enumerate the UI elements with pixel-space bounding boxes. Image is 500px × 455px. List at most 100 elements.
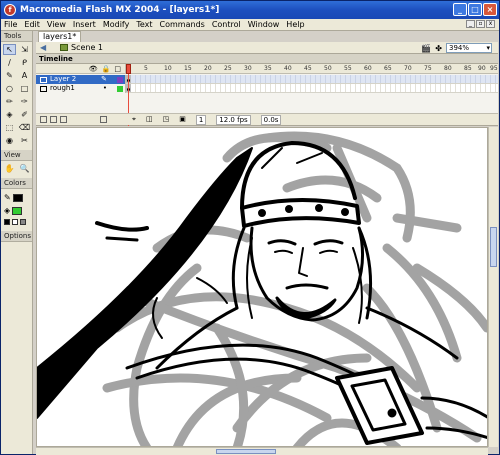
- menu-modify[interactable]: Modify: [103, 20, 130, 29]
- ruler-tick: 15: [184, 65, 192, 72]
- view-tools-grid: ✋ 🔍: [1, 163, 32, 174]
- options-title: Options: [1, 231, 32, 242]
- colors-title: Colors: [1, 178, 32, 189]
- menu-help[interactable]: Help: [286, 20, 304, 29]
- free-transform-tool-icon[interactable]: ◈: [3, 109, 16, 120]
- add-guide-layer-icon[interactable]: [50, 116, 57, 123]
- ruler-tick: 65: [384, 65, 392, 72]
- ruler-tick: 90: [478, 65, 486, 72]
- edit-bar-right: 🎬 ✤ 394%: [421, 43, 492, 53]
- doc-close-button[interactable]: x: [486, 20, 495, 28]
- eyedropper-tool-icon[interactable]: ◉: [3, 135, 16, 146]
- frame-ruler[interactable]: 5 10 15 20 25 30 35 40 45 50 55 60 65 70…: [126, 64, 498, 74]
- layer-column-headers: 👁 🔒 □: [36, 64, 126, 74]
- frames-row-rough1[interactable]: [126, 84, 498, 93]
- line-tool-icon[interactable]: ∕: [3, 57, 16, 68]
- delete-layer-icon[interactable]: [100, 116, 107, 123]
- ruler-tick: 75: [424, 65, 432, 72]
- flash-app-icon[interactable]: f: [4, 4, 16, 16]
- timeline-info: ⌖ ◫ ◳ ▣ 1 12.0 fps 0.0s: [126, 114, 282, 125]
- menu-control[interactable]: Control: [212, 20, 241, 29]
- rectangle-tool-icon[interactable]: □: [18, 83, 31, 94]
- close-button[interactable]: ×: [483, 3, 497, 16]
- rough-layer-strokes: [102, 131, 487, 446]
- text-tool-icon[interactable]: A: [18, 70, 31, 81]
- pencil-tool-icon[interactable]: ✏: [3, 96, 16, 107]
- default-colors-button[interactable]: [4, 219, 10, 225]
- maximize-button[interactable]: □: [468, 3, 482, 16]
- edit-bar: ◀ Scene 1 🎬 ✤ 394%: [36, 42, 498, 54]
- ruler-tick: 70: [404, 65, 412, 72]
- onion-skin-icon[interactable]: ◫: [146, 115, 153, 125]
- playhead-handle[interactable]: [126, 64, 131, 74]
- center-frame-icon[interactable]: ⌖: [132, 115, 136, 125]
- hand-tool-icon[interactable]: ✋: [3, 163, 16, 174]
- dot-icon[interactable]: •: [103, 84, 107, 93]
- ruler-tick: 40: [284, 65, 292, 72]
- layer-icon: [40, 76, 47, 83]
- flash-window: f Macromedia Flash MX 2004 - [layers1*] …: [0, 0, 500, 455]
- scene-name[interactable]: Scene 1: [71, 43, 103, 52]
- subselect-tool-icon[interactable]: ⇲: [18, 44, 31, 55]
- layer-row-rough1[interactable]: rough1 •: [36, 84, 126, 93]
- fill-color-swatch[interactable]: [12, 206, 23, 215]
- vertical-scrollbar[interactable]: [488, 127, 498, 447]
- stage[interactable]: [36, 127, 488, 447]
- layer-outline-color[interactable]: [117, 85, 123, 92]
- menu-view[interactable]: View: [47, 20, 66, 29]
- menu-file[interactable]: File: [4, 20, 17, 29]
- oval-tool-icon[interactable]: ○: [3, 83, 16, 94]
- edit-symbols-icon[interactable]: ✤: [435, 44, 442, 53]
- menu-commands[interactable]: Commands: [160, 20, 205, 29]
- lock-icon[interactable]: 🔒: [102, 65, 111, 73]
- ruler-tick: 80: [444, 65, 452, 72]
- menu-window[interactable]: Window: [248, 20, 280, 29]
- zoom-select[interactable]: 394%: [446, 43, 492, 53]
- pencil-icon: ✎: [4, 193, 11, 202]
- ruler-tick: 20: [204, 65, 212, 72]
- doc-minimize-button[interactable]: _: [466, 20, 475, 28]
- sketch-artwork: [37, 131, 487, 446]
- menu-edit[interactable]: Edit: [24, 20, 40, 29]
- lasso-tool-icon[interactable]: ᑭ: [18, 57, 31, 68]
- doc-restore-button[interactable]: ▫: [476, 20, 485, 28]
- ink-bottle-tool-icon[interactable]: ⬚: [3, 122, 16, 133]
- eye-icon[interactable]: 👁: [89, 65, 98, 73]
- brush-tool-icon[interactable]: ✑: [18, 96, 31, 107]
- minimize-button[interactable]: _: [453, 3, 467, 16]
- eraser-tool-icon[interactable]: ⌫: [18, 122, 31, 133]
- timeline-header[interactable]: Timeline: [36, 54, 498, 64]
- edit-multiple-icon[interactable]: ▣: [179, 115, 186, 125]
- horizontal-scrollbar[interactable]: [36, 447, 488, 455]
- vertical-scroll-thumb[interactable]: [490, 227, 497, 267]
- layer-name[interactable]: Layer 2: [50, 75, 101, 84]
- no-color-button[interactable]: [12, 219, 18, 225]
- insert-layer-icon[interactable]: [40, 116, 47, 123]
- layer-outline-color[interactable]: [117, 76, 123, 83]
- onion-outline-icon[interactable]: ◳: [163, 115, 170, 125]
- pen-tool-icon[interactable]: ✎: [3, 70, 16, 81]
- edit-scene-icon[interactable]: 🎬: [421, 44, 431, 53]
- paint-bucket-tool-icon[interactable]: ✂: [18, 135, 31, 146]
- outline-icon[interactable]: □: [114, 65, 121, 73]
- fill-color-row: ◈: [1, 204, 32, 217]
- fill-transform-tool-icon[interactable]: ✐: [18, 109, 31, 120]
- frames-row-layer-2[interactable]: [126, 75, 498, 84]
- frame-rate: 12.0 fps: [216, 114, 251, 125]
- menu-text[interactable]: Text: [136, 20, 152, 29]
- insert-folder-icon[interactable]: [60, 116, 67, 123]
- layer-name[interactable]: rough1: [50, 84, 103, 93]
- layer-row-layer-2[interactable]: Layer 2 ✎: [36, 75, 126, 84]
- menu-insert[interactable]: Insert: [73, 20, 96, 29]
- document-tab[interactable]: layers1*: [38, 31, 82, 42]
- stroke-color-swatch[interactable]: [12, 193, 23, 202]
- arrow-tool-icon[interactable]: ↖: [3, 44, 16, 55]
- zoom-tool-icon[interactable]: 🔍: [18, 163, 31, 174]
- swap-colors-button[interactable]: [20, 219, 26, 225]
- horizontal-scroll-thumb[interactable]: [216, 449, 276, 454]
- tools-title: Tools: [1, 31, 32, 42]
- timeline-panel: 👁 🔒 □ 5 10 15 20 25 30 35 40 45 50 55 60…: [36, 64, 498, 126]
- window-title: Macromedia Flash MX 2004 - [layers1*]: [20, 5, 220, 15]
- back-arrow-icon[interactable]: ◀: [40, 43, 50, 52]
- ruler-tick: 30: [244, 65, 252, 72]
